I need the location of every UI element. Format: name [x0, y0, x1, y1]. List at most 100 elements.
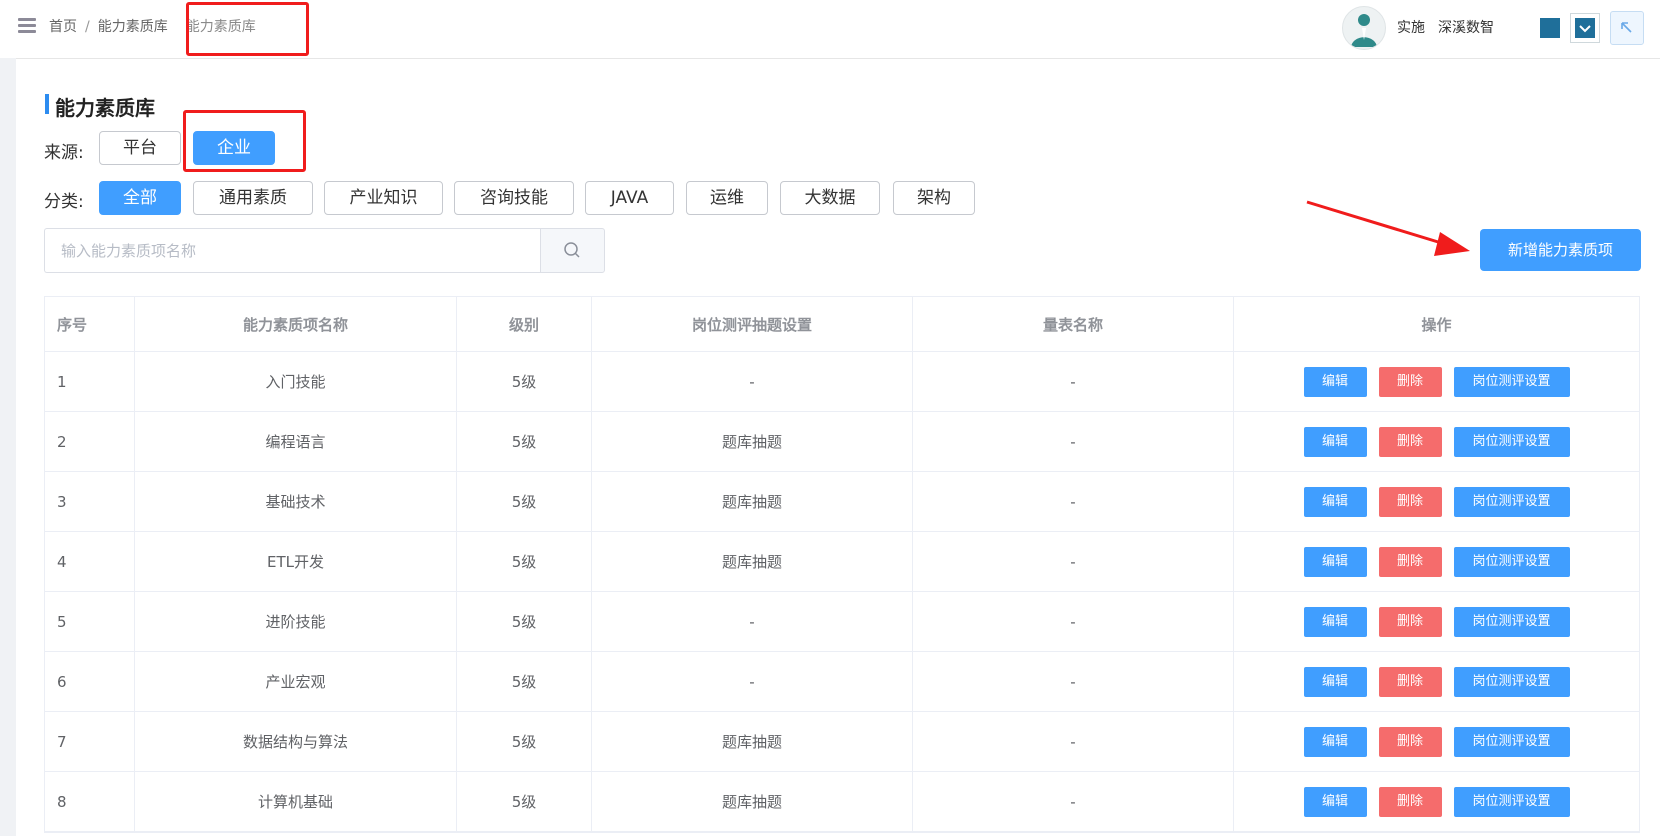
theme-dropdown-inner	[1575, 18, 1595, 38]
cell-level: 5级	[457, 772, 592, 831]
cell-draw-setting: -	[592, 592, 913, 651]
delete-button[interactable]: 删除	[1378, 726, 1442, 757]
assessment-setting-button[interactable]: 岗位测评设置	[1453, 546, 1570, 577]
cell-operations: 编辑 删除 岗位测评设置	[1234, 352, 1639, 411]
source-option-platform[interactable]: 平台	[99, 131, 181, 165]
assessment-setting-button[interactable]: 岗位测评设置	[1453, 786, 1570, 817]
cell-seq: 2	[45, 412, 135, 471]
cell-draw-setting: 题库抽题	[592, 712, 913, 771]
cell-draw-setting: 题库抽题	[592, 532, 913, 591]
table-row: 3 基础技术 5级 题库抽题 - 编辑 删除 岗位测评设置	[45, 472, 1639, 532]
delete-button[interactable]: 删除	[1378, 666, 1442, 697]
cell-scale-name: -	[913, 592, 1234, 651]
theme-swatch[interactable]	[1540, 18, 1560, 38]
category-general[interactable]: 通用素质	[193, 181, 313, 215]
col-level: 级别	[457, 297, 592, 351]
avatar-icon	[1351, 14, 1377, 47]
cell-scale-name: -	[913, 772, 1234, 831]
delete-button[interactable]: 删除	[1378, 426, 1442, 457]
col-scale-name: 量表名称	[913, 297, 1234, 351]
table-header: 序号 能力素质项名称 级别 岗位测评抽题设置 量表名称 操作	[45, 297, 1639, 352]
table-row: 8 计算机基础 5级 题库抽题 - 编辑 删除 岗位测评设置	[45, 772, 1639, 832]
source-label: 来源:	[44, 143, 84, 163]
cell-name: 计算机基础	[135, 772, 457, 831]
cell-scale-name: -	[913, 472, 1234, 531]
cell-level: 5级	[457, 712, 592, 771]
col-seq: 序号	[45, 297, 135, 351]
cell-scale-name: -	[913, 352, 1234, 411]
cell-operations: 编辑 删除 岗位测评设置	[1234, 472, 1639, 531]
cell-seq: 4	[45, 532, 135, 591]
delete-button[interactable]: 删除	[1378, 786, 1442, 817]
category-all[interactable]: 全部	[99, 181, 181, 215]
assessment-setting-button[interactable]: 岗位测评设置	[1453, 606, 1570, 637]
theme-dropdown[interactable]	[1570, 13, 1600, 43]
category-big-data[interactable]: 大数据	[780, 181, 880, 215]
cell-scale-name: -	[913, 712, 1234, 771]
cell-draw-setting: 题库抽题	[592, 472, 913, 531]
cell-operations: 编辑 删除 岗位测评设置	[1234, 712, 1639, 771]
table-body: 1 入门技能 5级 - - 编辑 删除 岗位测评设置 2 编程语言 5级 题库抽题 - 编辑 删除 岗位测评设…	[45, 352, 1639, 832]
edit-button[interactable]: 编辑	[1303, 786, 1367, 817]
category-architecture[interactable]: 架构	[893, 181, 975, 215]
cell-seq: 3	[45, 472, 135, 531]
delete-button[interactable]: 删除	[1378, 546, 1442, 577]
cell-seq: 8	[45, 772, 135, 831]
page-title: 能力素质库	[55, 96, 155, 120]
cell-operations: 编辑 删除 岗位测评设置	[1234, 412, 1639, 471]
category-consulting-skills[interactable]: 咨询技能	[454, 181, 574, 215]
cell-operations: 编辑 删除 岗位测评设置	[1234, 592, 1639, 651]
annotation-box-breadcrumb	[186, 2, 309, 56]
delete-button[interactable]: 删除	[1378, 606, 1442, 637]
cell-name: 数据结构与算法	[135, 712, 457, 771]
cell-level: 5级	[457, 652, 592, 711]
assessment-setting-button[interactable]: 岗位测评设置	[1453, 426, 1570, 457]
ability-table: 序号 能力素质项名称 级别 岗位测评抽题设置 量表名称 操作 1 入门技能 5级 - -…	[44, 296, 1640, 833]
assessment-setting-button[interactable]: 岗位测评设置	[1453, 666, 1570, 697]
category-industry-knowledge[interactable]: 产业知识	[324, 181, 443, 215]
cell-draw-setting: 题库抽题	[592, 772, 913, 831]
col-name: 能力素质项名称	[135, 297, 457, 351]
edit-button[interactable]: 编辑	[1303, 666, 1367, 697]
arrow-up-left-icon	[1621, 22, 1632, 33]
breadcrumb-home[interactable]: 首页	[49, 19, 77, 35]
chevron-down-icon	[1579, 25, 1591, 33]
avatar[interactable]	[1342, 6, 1386, 50]
cell-draw-setting: -	[592, 352, 913, 411]
search-button[interactable]	[540, 228, 605, 273]
col-draw-setting: 岗位测评抽题设置	[592, 297, 913, 351]
edit-button[interactable]: 编辑	[1303, 726, 1367, 757]
menu-icon[interactable]	[18, 18, 36, 34]
cell-operations: 编辑 删除 岗位测评设置	[1234, 652, 1639, 711]
add-ability-button[interactable]: 新增能力素质项	[1480, 229, 1641, 271]
cell-seq: 1	[45, 352, 135, 411]
assessment-setting-button[interactable]: 岗位测评设置	[1453, 366, 1570, 397]
title-accent	[45, 94, 49, 114]
table-row: 4 ETL开发 5级 题库抽题 - 编辑 删除 岗位测评设置	[45, 532, 1639, 592]
edit-button[interactable]: 编辑	[1303, 606, 1367, 637]
cell-name: 基础技术	[135, 472, 457, 531]
edit-button[interactable]: 编辑	[1303, 426, 1367, 457]
table-row: 5 进阶技能 5级 - - 编辑 删除 岗位测评设置	[45, 592, 1639, 652]
cell-scale-name: -	[913, 412, 1234, 471]
edit-button[interactable]: 编辑	[1303, 366, 1367, 397]
breadcrumb-current[interactable]: 能力素质库	[98, 19, 168, 35]
category-java[interactable]: JAVA	[585, 181, 674, 215]
col-operations: 操作	[1421, 315, 1452, 334]
cell-scale-name: -	[913, 532, 1234, 591]
edit-button[interactable]: 编辑	[1303, 546, 1367, 577]
cell-name: 进阶技能	[135, 592, 457, 651]
assessment-setting-button[interactable]: 岗位测评设置	[1453, 726, 1570, 757]
assessment-setting-button[interactable]: 岗位测评设置	[1453, 486, 1570, 517]
cell-operations: 编辑 删除 岗位测评设置	[1234, 532, 1639, 591]
category-ops[interactable]: 运维	[686, 181, 768, 215]
annotation-box-enterprise	[183, 110, 306, 172]
delete-button[interactable]: 删除	[1378, 486, 1442, 517]
edit-button[interactable]: 编辑	[1303, 486, 1367, 517]
search-icon	[564, 242, 580, 258]
search-input[interactable]	[44, 228, 540, 273]
collapse-button[interactable]	[1610, 11, 1644, 45]
delete-button[interactable]: 删除	[1378, 366, 1442, 397]
cell-name: 产业宏观	[135, 652, 457, 711]
cell-operations: 编辑 删除 岗位测评设置	[1234, 772, 1639, 831]
